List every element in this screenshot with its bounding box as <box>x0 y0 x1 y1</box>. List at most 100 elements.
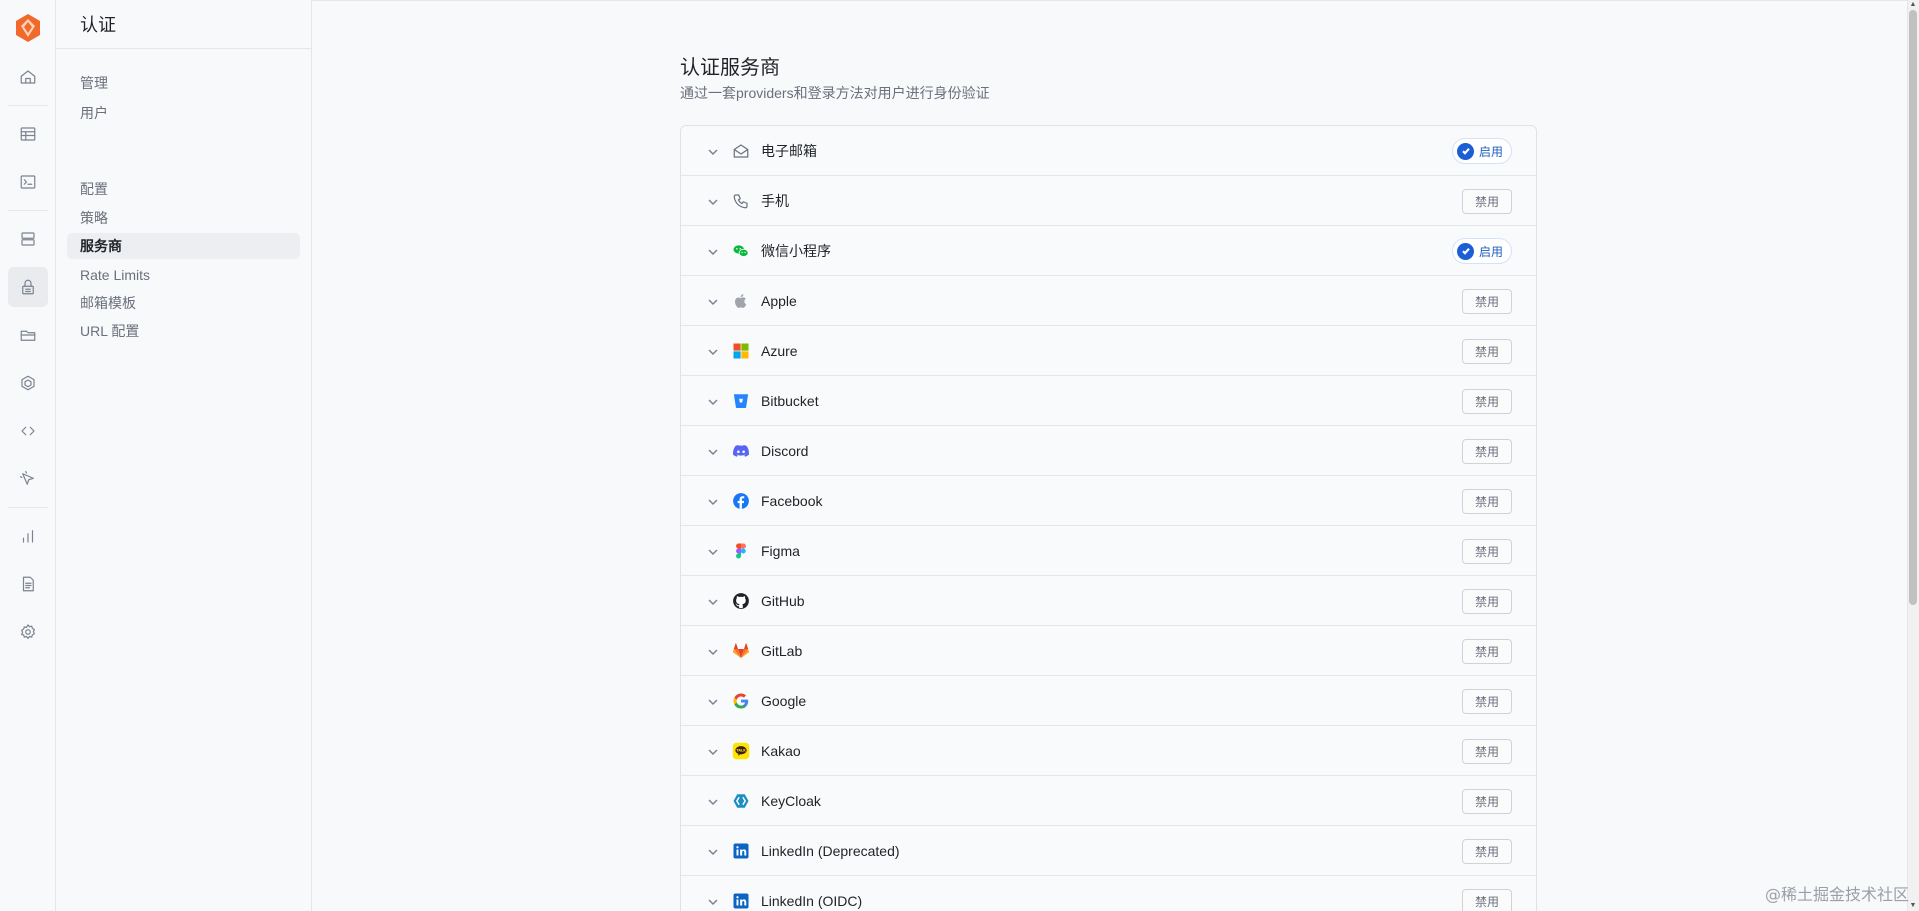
status-badge-disabled: 禁用 <box>1462 289 1512 314</box>
chevron-down-icon[interactable] <box>707 745 719 757</box>
rail-divider <box>8 507 48 508</box>
provider-name: GitHub <box>761 592 805 609</box>
sidebar-item-users[interactable]: 用户 <box>67 100 300 126</box>
chevron-down-icon[interactable] <box>707 445 719 457</box>
reports-chart-icon[interactable] <box>14 522 42 550</box>
provider-row[interactable]: 微信小程序 启用 <box>681 226 1536 276</box>
chevron-down-icon[interactable] <box>707 595 719 607</box>
provider-row[interactable]: 电子邮箱 启用 <box>681 126 1536 176</box>
provider-name: LinkedIn (OIDC) <box>761 892 863 909</box>
provider-row[interactable]: Facebook 禁用 <box>681 476 1536 526</box>
wechat-icon <box>731 241 751 261</box>
chevron-down-icon[interactable] <box>707 145 719 157</box>
storage-icon[interactable] <box>14 321 42 349</box>
provider-row[interactable]: Google 禁用 <box>681 676 1536 726</box>
status-badge-disabled: 禁用 <box>1462 439 1512 464</box>
apple-icon <box>731 291 751 311</box>
chevron-down-icon[interactable] <box>707 545 719 557</box>
svg-text:TALK: TALK <box>736 749 746 753</box>
provider-row[interactable]: Discord 禁用 <box>681 426 1536 476</box>
github-icon <box>731 591 751 611</box>
scroll-down-arrow[interactable]: ▼ <box>1909 902 1917 910</box>
provider-name: LinkedIn (Deprecated) <box>761 842 900 859</box>
provider-name: 手机 <box>761 192 789 209</box>
azure-icon <box>731 341 751 361</box>
status-badge-enabled: 启用 <box>1452 238 1512 264</box>
provider-name: Azure <box>761 342 798 359</box>
provider-name: Google <box>761 692 807 709</box>
provider-row[interactable]: Bitbucket 禁用 <box>681 376 1536 426</box>
chevron-down-icon[interactable] <box>707 845 719 857</box>
chevron-down-icon[interactable] <box>707 645 719 657</box>
provider-name: GitLab <box>761 642 803 659</box>
provider-name: Facebook <box>761 492 823 509</box>
app-logo[interactable] <box>14 13 42 43</box>
provider-name: KeyCloak <box>761 792 821 809</box>
code-icon[interactable] <box>14 417 42 445</box>
provider-row[interactable]: Apple 禁用 <box>681 276 1536 326</box>
cursor-icon[interactable] <box>14 465 42 493</box>
scrollbar-thumb[interactable] <box>1909 10 1917 605</box>
discord-icon <box>731 441 751 461</box>
provider-row[interactable]: GitLab 禁用 <box>681 626 1536 676</box>
sidebar-item-providers[interactable]: 服务商 <box>67 233 300 259</box>
chevron-down-icon[interactable] <box>707 295 719 307</box>
chevron-down-icon[interactable] <box>707 195 719 207</box>
status-badge-enabled: 启用 <box>1452 138 1512 164</box>
mail-icon <box>731 141 751 161</box>
provider-row[interactable]: Azure 禁用 <box>681 326 1536 376</box>
status-badge-disabled: 禁用 <box>1462 389 1512 414</box>
provider-row[interactable]: KeyCloak 禁用 <box>681 776 1536 826</box>
chevron-down-icon[interactable] <box>707 695 719 707</box>
sidebar-item-rate-limits[interactable]: Rate Limits <box>67 262 300 288</box>
sidebar-item-policies[interactable]: 策略 <box>67 205 300 231</box>
rail-divider <box>8 210 48 211</box>
provider-row[interactable]: LinkedIn (OIDC) 禁用 <box>681 876 1536 911</box>
provider-name: 微信小程序 <box>761 242 831 259</box>
scroll-up-arrow[interactable]: ▲ <box>1909 1 1917 9</box>
status-badge-disabled: 禁用 <box>1462 539 1512 564</box>
provider-name: Discord <box>761 442 809 459</box>
status-badge-disabled: 禁用 <box>1462 789 1512 814</box>
chevron-down-icon[interactable] <box>707 395 719 407</box>
docs-file-icon[interactable] <box>14 570 42 598</box>
provider-name: Kakao <box>761 742 801 759</box>
config-heading: 配置 <box>80 181 108 197</box>
status-badge-disabled: 禁用 <box>1462 889 1512 911</box>
chevron-down-icon[interactable] <box>707 795 719 807</box>
provider-row[interactable]: Figma 禁用 <box>681 526 1536 576</box>
page-title: 认证服务商 <box>680 57 780 79</box>
provider-row[interactable]: 手机 禁用 <box>681 176 1536 226</box>
linkedin-icon <box>731 841 751 861</box>
chevron-down-icon[interactable] <box>707 495 719 507</box>
provider-row[interactable]: LinkedIn (Deprecated) 禁用 <box>681 826 1536 876</box>
manage-heading: 管理 <box>80 75 108 91</box>
provider-row[interactable]: GitHub 禁用 <box>681 576 1536 626</box>
auth-lock-icon[interactable] <box>8 267 48 307</box>
watermark: @稀土掘金技术社区 <box>1764 885 1909 904</box>
keycloak-icon <box>731 791 751 811</box>
scrollbar[interactable]: ▲ ▼ <box>1907 0 1919 911</box>
status-badge-disabled: 禁用 <box>1462 339 1512 364</box>
google-icon <box>731 691 751 711</box>
kakao-icon: TALK <box>731 741 751 761</box>
chevron-down-icon[interactable] <box>707 345 719 357</box>
linkedin-icon <box>731 891 751 911</box>
edge-functions-icon[interactable] <box>14 369 42 397</box>
chevron-down-icon[interactable] <box>707 245 719 257</box>
provider-name: Apple <box>761 292 797 309</box>
check-circle-icon <box>1457 142 1474 160</box>
home-icon[interactable] <box>14 63 42 91</box>
main-content: 认证服务商 通过一套providers和登录方法对用户进行身份验证 电子邮箱 启用… <box>312 0 1907 911</box>
provider-name: 电子邮箱 <box>761 142 817 159</box>
sql-editor-icon[interactable] <box>14 168 42 196</box>
table-editor-icon[interactable] <box>14 120 42 148</box>
sidebar-title: 认证 <box>56 0 311 49</box>
provider-row[interactable]: TALK Kakao 禁用 <box>681 726 1536 776</box>
gitlab-icon <box>731 641 751 661</box>
sidebar-item-email-templates[interactable]: 邮箱模板 <box>67 290 300 316</box>
settings-gear-icon[interactable] <box>14 618 42 646</box>
chevron-down-icon[interactable] <box>707 895 719 907</box>
database-icon[interactable] <box>14 225 42 253</box>
sidebar-item-url-config[interactable]: URL 配置 <box>67 318 300 344</box>
